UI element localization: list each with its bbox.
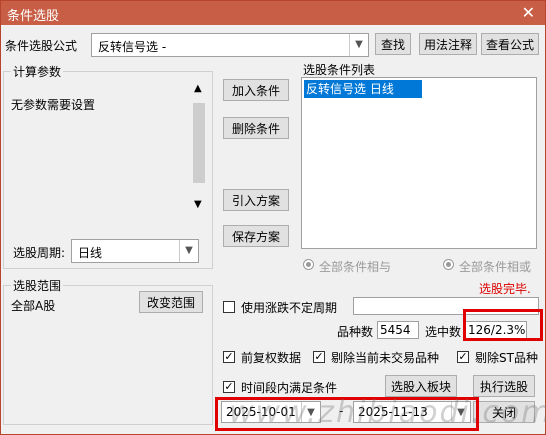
chevron-down-icon: ▼	[179, 240, 198, 262]
selected-label: 选中数	[425, 325, 462, 339]
formula-label: 条件选股公式	[5, 39, 78, 53]
range-value: 全部A股	[11, 299, 56, 313]
status-text: 选股完毕.	[479, 282, 531, 296]
time-range-label: 时间段内满足条件	[241, 381, 338, 395]
import-scheme-button[interactable]: 引入方案	[223, 189, 289, 211]
usage-notes-button[interactable]: 用法注释	[419, 33, 477, 55]
conditions-list[interactable]: 反转信号选 日线	[301, 77, 537, 249]
scroll-thumb[interactable]	[193, 103, 205, 183]
or-radio[interactable]	[443, 259, 454, 270]
condition-item[interactable]: 反转信号选 日线	[304, 80, 422, 98]
window-title: 条件选股	[7, 9, 60, 24]
delete-condition-button[interactable]: 删除条件	[223, 117, 289, 139]
run-picker-button[interactable]: 执行选股	[473, 375, 535, 397]
period-value: 日线	[78, 246, 103, 260]
formula-select[interactable]: 反转信号选 - ▼	[91, 33, 369, 57]
time-range-checkbox[interactable]: ✓	[223, 381, 235, 393]
condition-stock-picker-window: 条件选股 ✕ 条件选股公式 反转信号选 - ▼ 查找 用法注释 查看公式 计算参…	[0, 0, 546, 435]
count-label: 品种数	[337, 325, 374, 339]
fq-checkbox[interactable]: ✓	[223, 351, 235, 363]
find-button[interactable]: 查找	[375, 33, 411, 55]
add-condition-button[interactable]: 加入条件	[223, 79, 289, 101]
fq-label: 前复权数据	[241, 351, 302, 365]
title-bar: 条件选股 ✕	[1, 1, 545, 25]
and-radio[interactable]	[303, 259, 314, 270]
view-formula-button[interactable]: 查看公式	[481, 33, 539, 55]
formula-value: 反转信号选 -	[98, 40, 167, 54]
chevron-down-icon: ▼	[349, 34, 368, 56]
close-icon[interactable]: ✕	[522, 3, 535, 22]
change-range-button[interactable]: 改变范围	[139, 291, 203, 313]
save-to-block-button[interactable]: 选股入板块	[385, 375, 457, 397]
variable-period-label: 使用涨跌不定周期	[241, 301, 338, 315]
exclude-untraded-checkbox[interactable]: ✓	[313, 351, 325, 363]
period-select[interactable]: 日线 ▼	[71, 239, 199, 263]
or-radio-label: 全部条件相或	[459, 260, 532, 274]
scroll-down-icon[interactable]: ▼	[194, 199, 202, 210]
exclude-st-label: 剔除ST品种	[475, 351, 538, 365]
exclude-st-checkbox[interactable]: ✓	[457, 351, 469, 363]
scroll-up-icon[interactable]: ▲	[194, 83, 202, 94]
watermark: www.zhibiaodi.com	[229, 395, 546, 430]
params-scrollbar[interactable]: ▲ ▼	[191, 83, 207, 213]
highlight-selected-count	[463, 309, 543, 341]
and-radio-label: 全部条件相与	[319, 260, 392, 274]
conditions-group-label: 选股条件列表	[303, 63, 376, 77]
count-field: 5454	[377, 321, 419, 339]
params-text: 无参数需要设置	[11, 98, 96, 112]
range-group-label: 选股范围	[11, 277, 64, 294]
save-scheme-button[interactable]: 保存方案	[223, 225, 289, 247]
variable-period-checkbox[interactable]	[223, 301, 235, 313]
count-value: 5454	[380, 323, 411, 337]
params-group-label: 计算参数	[11, 63, 64, 80]
exclude-untraded-label: 剔除当前未交易品种	[331, 351, 440, 365]
period-label: 选股周期:	[13, 246, 66, 260]
